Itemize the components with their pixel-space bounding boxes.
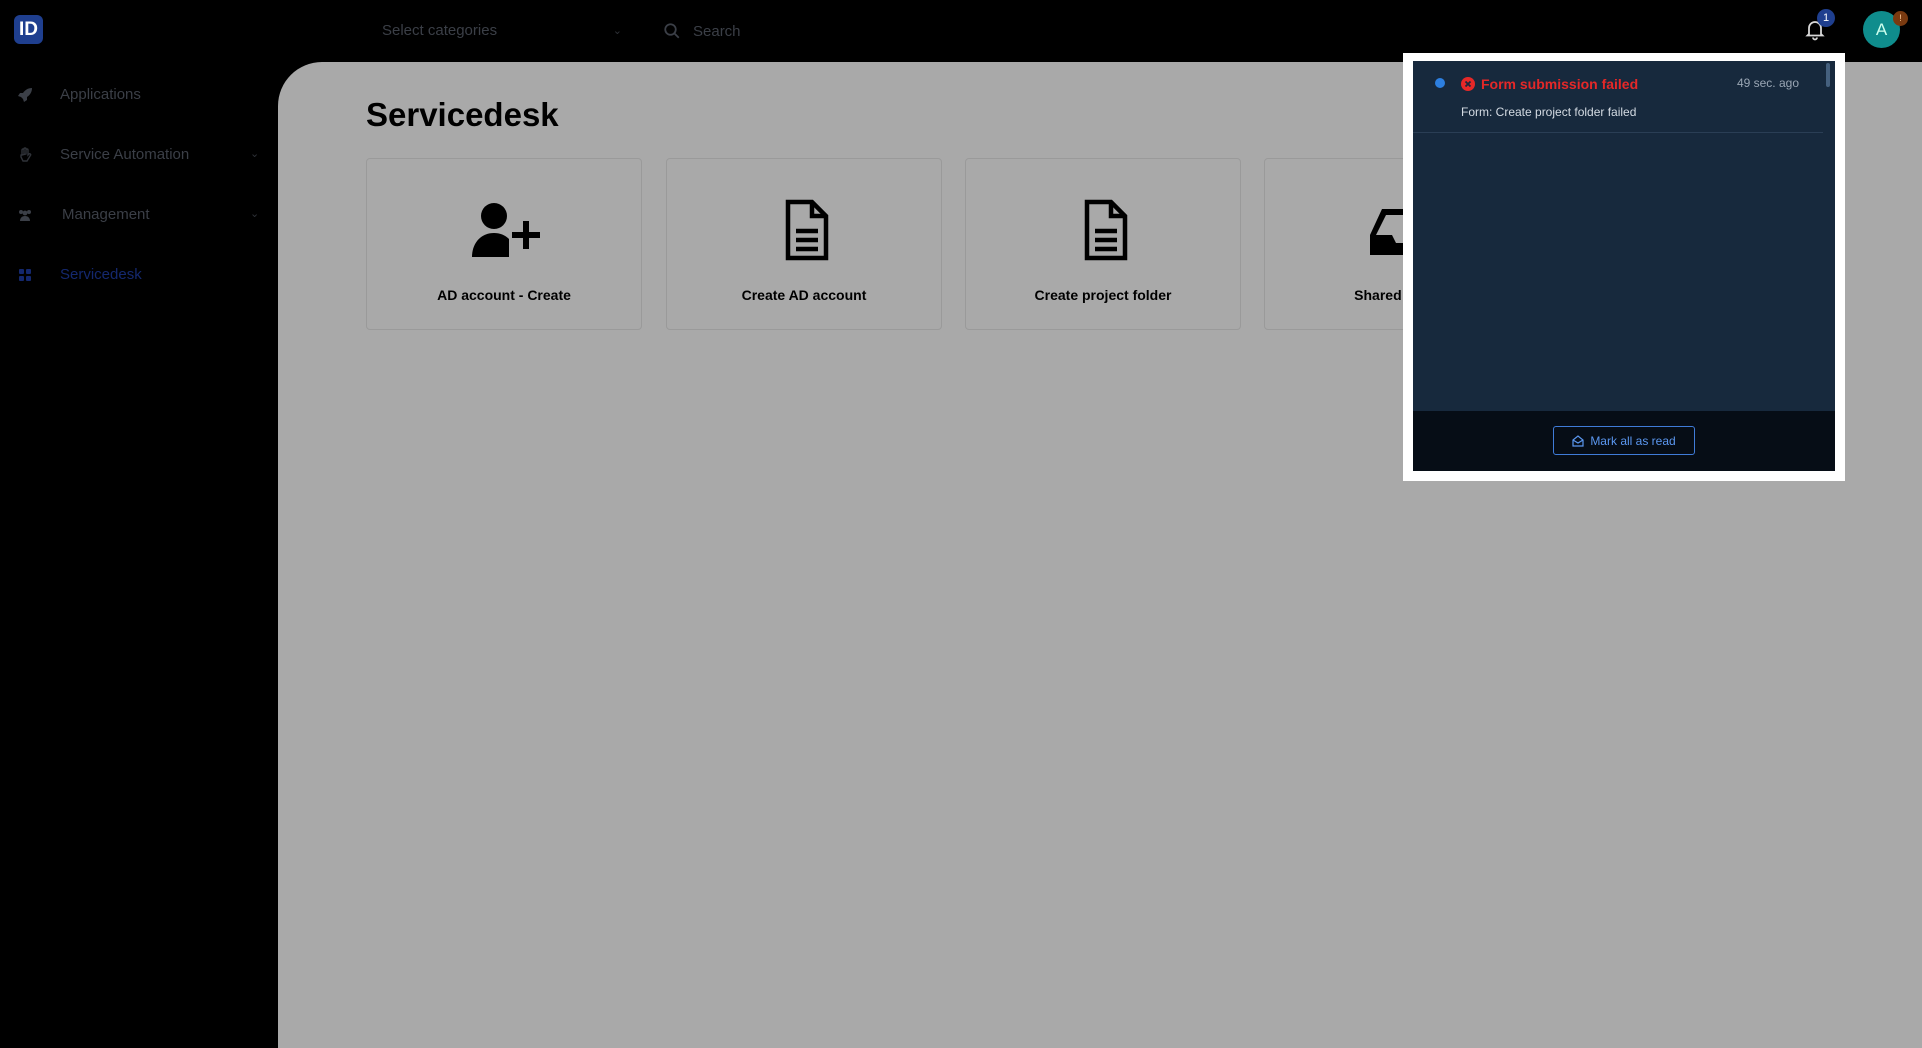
form-card-create-ad-account[interactable]: Create AD account bbox=[666, 158, 942, 330]
chevron-down-icon: ⌄ bbox=[250, 148, 260, 160]
notification-count-badge: 1 bbox=[1817, 9, 1835, 27]
sidebar-item-servicedesk[interactable]: Servicedesk bbox=[0, 255, 278, 295]
page-title: Servicedesk bbox=[366, 96, 559, 133]
card-label: Create project folder bbox=[1034, 287, 1172, 303]
chevron-down-icon: ⌄ bbox=[250, 208, 260, 220]
sidebar-item-applications[interactable]: Applications bbox=[0, 75, 278, 115]
form-card-ad-account-create[interactable]: AD account - Create bbox=[366, 158, 642, 330]
form-card-create-project-folder[interactable]: Create project folder bbox=[965, 158, 1241, 330]
document-icon bbox=[1084, 199, 1128, 261]
card-label: AD account - Create bbox=[437, 287, 571, 303]
scrollbar[interactable] bbox=[1826, 63, 1830, 87]
sidebar-item-management[interactable]: Management ⌄ bbox=[0, 195, 278, 235]
notification-title: Form submission failed bbox=[1481, 76, 1639, 92]
error-circle-icon bbox=[1461, 77, 1475, 91]
avatar-alert-badge: ! bbox=[1893, 11, 1908, 26]
search-box bbox=[663, 18, 1063, 44]
notification-dropdown: Form submission failed 49 sec. ago Form:… bbox=[1403, 53, 1845, 481]
document-icon bbox=[785, 199, 829, 261]
envelope-open-icon bbox=[1572, 434, 1584, 447]
notification-item[interactable]: Form submission failed 49 sec. ago Form:… bbox=[1413, 61, 1823, 133]
chevron-down-icon: ⌄ bbox=[612, 25, 622, 37]
mark-all-read-button[interactable]: Mark all as read bbox=[1553, 426, 1695, 455]
user-plus-icon bbox=[472, 203, 540, 257]
category-select[interactable]: Select categories ⌄ bbox=[382, 18, 622, 44]
sidebar-item-service-automation[interactable]: Service Automation ⌄ bbox=[0, 135, 278, 175]
search-icon bbox=[664, 23, 680, 39]
grid-icon bbox=[19, 269, 31, 281]
card-label: Create AD account bbox=[741, 287, 867, 303]
hand-icon bbox=[20, 147, 32, 162]
sidebar-item-label: Servicedesk bbox=[60, 266, 142, 283]
unread-indicator bbox=[1435, 78, 1445, 88]
sidebar-item-label: Service Automation bbox=[60, 146, 190, 163]
mark-all-read-label: Mark all as read bbox=[1590, 433, 1676, 448]
notification-footer: Mark all as read bbox=[1413, 411, 1835, 471]
users-icon bbox=[19, 210, 31, 221]
category-select-label: Select categories bbox=[382, 22, 498, 39]
rocket-icon bbox=[18, 88, 32, 102]
sidebar-item-label: Management bbox=[62, 206, 150, 223]
notification-message: Form: Create project folder failed bbox=[1461, 105, 1637, 119]
sidebar-item-label: Applications bbox=[60, 86, 141, 103]
notification-time: 49 sec. ago bbox=[1736, 76, 1799, 90]
notification-panel: Form submission failed 49 sec. ago Form:… bbox=[1413, 61, 1835, 471]
sidebar: Applications Service Automation ⌄ Manage… bbox=[0, 62, 278, 1048]
search-input[interactable] bbox=[693, 18, 1053, 44]
app-logo[interactable]: ID bbox=[14, 15, 43, 44]
